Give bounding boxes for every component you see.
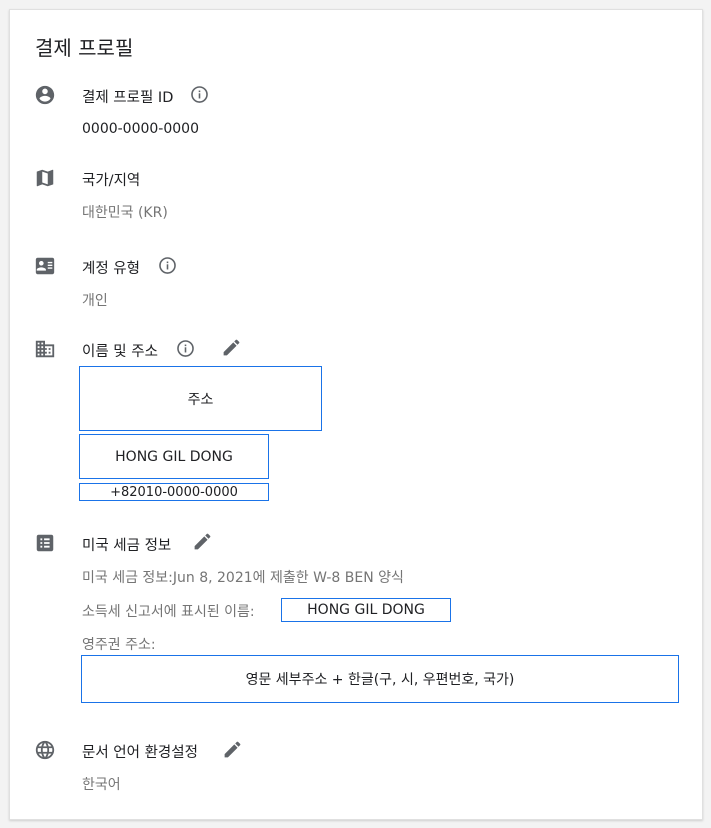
account-circle-icon (34, 84, 56, 106)
pencil-icon[interactable] (221, 337, 242, 358)
profile-id-label: 결제 프로필 ID (82, 90, 174, 106)
doc-language-label: 문서 언어 환경설정 (82, 745, 198, 761)
page-title: 결제 프로필 (35, 36, 134, 60)
tax-name-label: 소득세 신고서에 표시된 이름: (82, 604, 255, 620)
country-value: 대한민국 (KR) (82, 205, 168, 221)
building-icon (34, 338, 56, 360)
name-address-label: 이름 및 주소 (82, 344, 158, 360)
billing-profile-card: 결제 프로필 결제 프로필 ID 0000-0000-0000 국가/지역 대한… (9, 9, 703, 820)
phone-box: +82010-0000-0000 (79, 483, 269, 501)
doc-language-value: 한국어 (82, 777, 121, 793)
profile-id-value: 0000-0000-0000 (82, 121, 199, 137)
us-tax-label: 미국 세금 정보 (82, 538, 172, 554)
info-icon[interactable] (158, 256, 177, 275)
residence-address-label: 영주권 주소: (82, 637, 156, 653)
residence-address-box: 영문 세부주소 + 한글(구, 시, 우편번호, 국가) (81, 655, 679, 703)
list-icon (34, 532, 56, 554)
pencil-icon[interactable] (192, 531, 213, 552)
account-type-value: 개인 (82, 293, 108, 309)
pencil-icon[interactable] (222, 739, 243, 760)
us-tax-info-line: 미국 세금 정보:Jun 8, 2021에 제출한 W-8 BEN 양식 (82, 570, 404, 586)
tax-name-box: HONG GIL DONG (281, 598, 451, 622)
id-card-icon (34, 255, 56, 277)
country-label: 국가/지역 (82, 173, 141, 189)
globe-icon (34, 739, 56, 761)
account-type-label: 계정 유형 (82, 261, 140, 277)
info-icon[interactable] (176, 339, 195, 358)
info-icon[interactable] (190, 85, 209, 104)
address-box: 주소 (79, 366, 322, 431)
name-box: HONG GIL DONG (79, 434, 269, 479)
map-icon (34, 167, 56, 189)
